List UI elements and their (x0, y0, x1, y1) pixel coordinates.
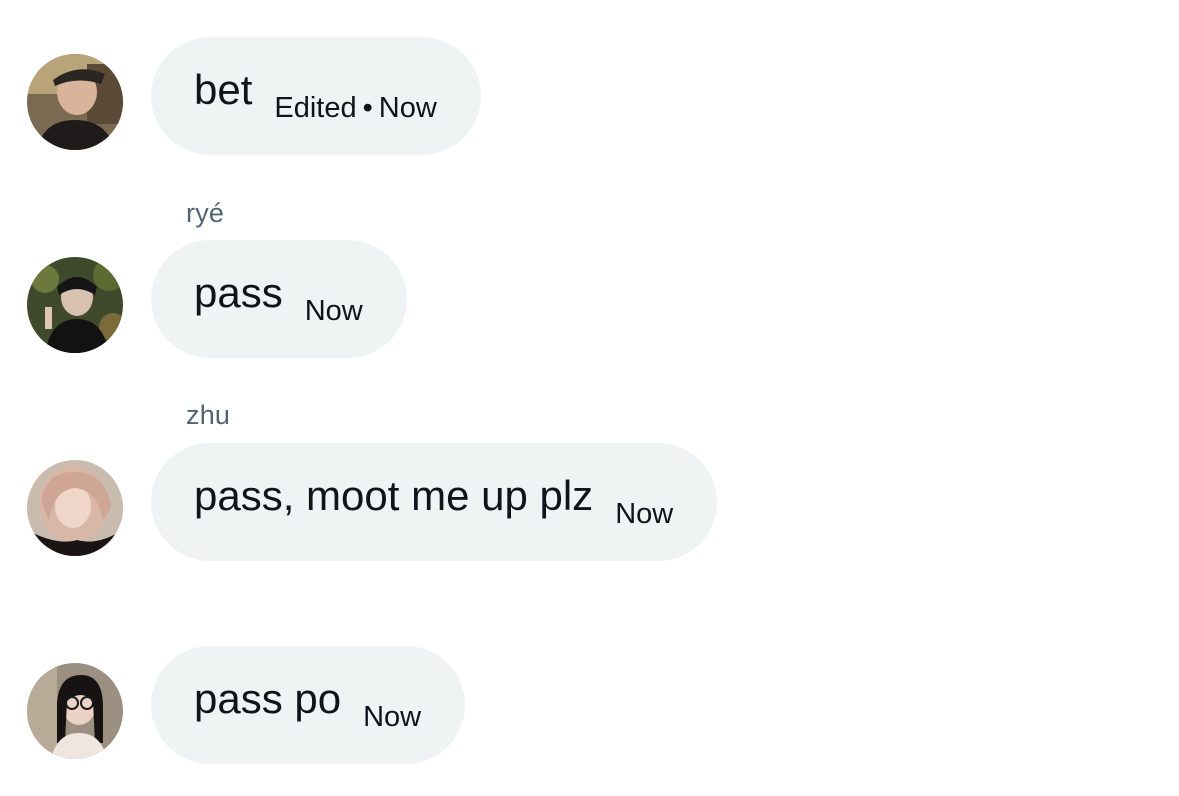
message-timestamp: Now (378, 91, 437, 124)
avatar[interactable] (27, 663, 123, 759)
message-text: pass (194, 269, 283, 316)
conversation-view: bet Edited • Now ryé pass Now zhu pass, … (0, 0, 1179, 796)
message-meta: Edited • Now (274, 91, 437, 124)
user-avatar-icon (27, 663, 123, 759)
message-timestamp: Now (304, 294, 363, 327)
message-text: pass, moot me up plz (194, 472, 594, 519)
user-avatar-icon (27, 54, 123, 150)
sender-name: ryé (186, 198, 225, 228)
message-bubble[interactable]: pass Now (151, 240, 407, 358)
sender-name: zhu (186, 400, 231, 430)
edited-label: Edited (274, 91, 357, 124)
avatar[interactable] (27, 460, 123, 556)
message-bubble[interactable]: pass po Now (151, 646, 466, 764)
user-avatar-icon (27, 257, 123, 353)
message-bubble[interactable]: bet Edited • Now (151, 37, 481, 155)
avatar[interactable] (27, 54, 123, 150)
message-text: pass po (194, 675, 342, 722)
message-bubble[interactable]: pass, moot me up plz Now (151, 443, 718, 561)
message-text: bet (194, 66, 253, 113)
avatar[interactable] (27, 257, 123, 353)
message-timestamp: Now (363, 700, 422, 733)
meta-separator: • (362, 91, 373, 124)
user-avatar-icon (27, 460, 123, 556)
message-timestamp: Now (615, 497, 674, 530)
